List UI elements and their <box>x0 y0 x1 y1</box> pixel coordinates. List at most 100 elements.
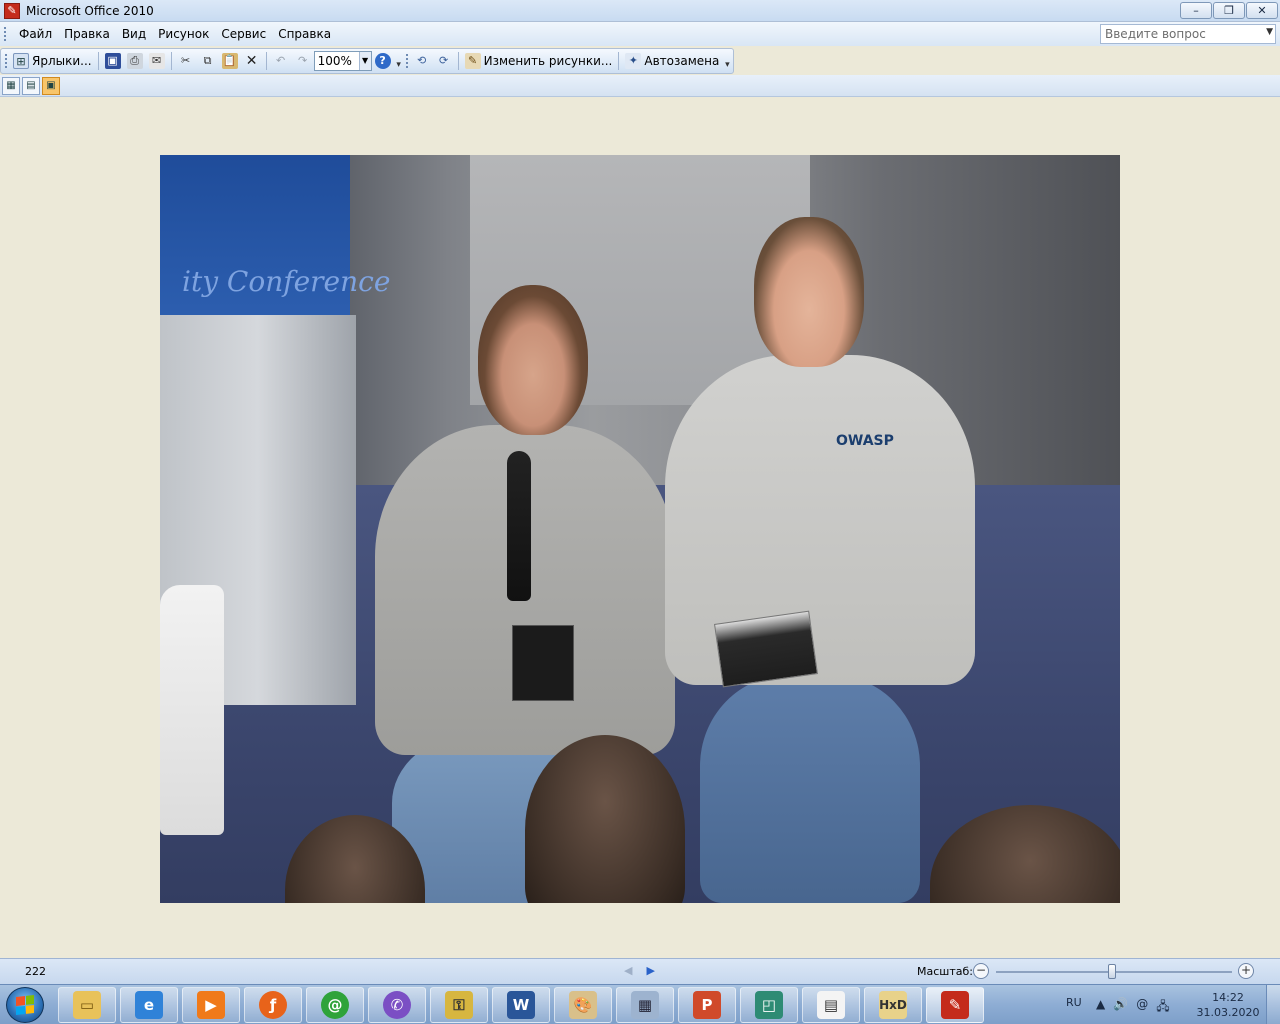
zoom-slider-thumb[interactable] <box>1107 964 1116 979</box>
photo-audience-head <box>285 815 425 903</box>
taskbar-word[interactable]: W <box>492 987 550 1023</box>
autocorrect-button[interactable]: ✦ Автозамена <box>622 50 722 72</box>
print-button[interactable]: ⎙ <box>124 50 146 72</box>
cut-button[interactable]: ✂ <box>175 50 197 72</box>
edit-pictures-button[interactable]: ✎ Изменить рисунки... <box>462 50 616 72</box>
clock-time: 14:22 <box>1212 991 1244 1004</box>
save-icon: ▣ <box>104 53 121 69</box>
zoom-select[interactable]: 100% ▼ <box>313 51 372 71</box>
next-picture-icon[interactable]: ▶ <box>646 964 654 977</box>
taskbar-hex-editor[interactable]: HxD <box>864 987 922 1023</box>
taskbar-paint[interactable]: 🎨 <box>554 987 612 1023</box>
folder-icon: ▭ <box>73 991 101 1019</box>
save-button[interactable]: ▣ <box>102 50 124 72</box>
view-mode-bar: ▦ ▤ ▣ <box>0 75 1280 97</box>
help-dropdown-icon[interactable]: ▼ <box>1266 27 1273 37</box>
taskbar-media-player[interactable]: ▶ <box>182 987 240 1023</box>
maximize-button[interactable]: ❐ <box>1213 2 1245 19</box>
undo-icon: ↶ <box>275 54 286 67</box>
mail-at-icon: @ <box>321 991 349 1019</box>
thumbnail-view-button[interactable]: ▦ <box>2 76 20 95</box>
previous-picture-icon[interactable]: ◀ <box>624 964 632 977</box>
photo-banner-text: ity Conference <box>182 265 391 298</box>
menu-picture[interactable]: Рисунок <box>152 25 215 43</box>
taskbar-calendar[interactable]: ▤ <box>802 987 860 1023</box>
system-clock[interactable]: 14:22 31.03.2020 <box>1196 990 1260 1020</box>
minimize-button[interactable]: – <box>1180 2 1212 19</box>
window-controls: – ❐ ✕ <box>1180 2 1278 19</box>
menu-view[interactable]: Вид <box>116 25 152 43</box>
rotate-left-icon: ⟲ <box>416 54 427 67</box>
picture-canvas[interactable]: ity Conference OWASP <box>0 98 1280 958</box>
toolbar-grip[interactable] <box>5 54 8 68</box>
zoom-out-icon[interactable]: − <box>973 963 989 979</box>
paint-palette-icon: 🎨 <box>569 991 597 1019</box>
shortcuts-button[interactable]: ⊞ Ярлыки... <box>10 50 95 72</box>
copy-button[interactable]: ⧉ <box>197 50 219 72</box>
show-desktop-button[interactable] <box>1266 985 1280 1024</box>
system-tray: ▲ 🔊 @ 🖧 <box>1096 997 1170 1018</box>
taskbar-mail-agent[interactable]: @ <box>306 987 364 1023</box>
taskbar-firefox[interactable]: ƒ <box>244 987 302 1023</box>
menu-tools[interactable]: Сервис <box>215 25 272 43</box>
filmstrip-view-button[interactable]: ▤ <box>22 76 40 95</box>
help-button[interactable]: ? <box>372 50 394 72</box>
language-indicator[interactable]: RU <box>1066 996 1082 1009</box>
taskbar-viber[interactable]: ✆ <box>368 987 426 1023</box>
delete-button[interactable]: ✕ <box>241 50 263 72</box>
print-icon: ⎙ <box>126 53 143 69</box>
zoom-in-icon[interactable]: + <box>1238 963 1254 979</box>
toolbar-separator <box>265 52 267 70</box>
clock-date: 31.03.2020 <box>1196 1006 1260 1019</box>
rotate-left-button[interactable]: ⟲ <box>411 50 433 72</box>
taskbar-internet-explorer[interactable]: e <box>120 987 178 1023</box>
start-button[interactable] <box>6 987 44 1023</box>
paste-icon: 📋 <box>221 53 238 69</box>
photo-woman-head <box>478 285 588 435</box>
menu-edit[interactable]: Правка <box>58 25 116 43</box>
photo-microphone <box>507 451 531 601</box>
copy-icon: ⧉ <box>203 54 212 67</box>
network-icon[interactable]: 🖧 <box>1156 997 1169 1018</box>
toolbar-overflow-icon[interactable]: ▾ <box>394 50 404 72</box>
photo-conference-banner <box>160 155 350 325</box>
redo-button[interactable]: ↷ <box>292 50 314 72</box>
taskbar-network-tool[interactable]: ⚿ <box>430 987 488 1023</box>
paste-button[interactable]: 📋 <box>219 50 241 72</box>
menu-grip[interactable] <box>4 27 7 41</box>
powerpoint-icon: P <box>693 991 721 1019</box>
menu-help[interactable]: Справка <box>272 25 337 43</box>
help-search-input[interactable]: Введите вопрос ▼ <box>1100 24 1276 44</box>
taskbar-picture-manager[interactable]: ✎ <box>926 987 984 1023</box>
rotate-right-button[interactable]: ⟳ <box>433 50 455 72</box>
edit-pictures-icon: ✎ <box>464 53 481 69</box>
taskbar-publisher[interactable]: ◰ <box>740 987 798 1023</box>
taskbar-explorer[interactable]: ▭ <box>58 987 116 1023</box>
volume-icon[interactable]: 🔊 <box>1113 997 1128 1018</box>
mail-agent-tray-icon[interactable]: @ <box>1136 997 1148 1018</box>
menu-bar: Файл Правка Вид Рисунок Сервис Справка В… <box>0 22 1280 46</box>
hxd-icon: HxD <box>879 991 907 1019</box>
single-picture-view-icon: ▣ <box>46 79 56 91</box>
undo-button[interactable]: ↶ <box>270 50 292 72</box>
picture-navigation: ◀ ▶ <box>624 964 655 977</box>
send-email-button[interactable]: ✉ <box>146 50 168 72</box>
zoom-dropdown-icon[interactable]: ▼ <box>358 52 371 70</box>
taskbar-powerpoint[interactable]: P <box>678 987 736 1023</box>
single-picture-view-button[interactable]: ▣ <box>42 76 60 95</box>
show-hidden-icons-icon[interactable]: ▲ <box>1096 997 1105 1018</box>
taskbar-calculator[interactable]: ▦ <box>616 987 674 1023</box>
toolbar-separator <box>97 52 99 70</box>
photo-audience-head <box>930 805 1120 903</box>
toolbar-grip[interactable] <box>405 54 409 68</box>
filmstrip-view-icon: ▤ <box>26 79 36 91</box>
toolbar-separator <box>457 52 459 70</box>
menu-file[interactable]: Файл <box>13 25 58 43</box>
photo-preview[interactable]: ity Conference OWASP <box>160 155 1120 903</box>
toolbar-separator <box>170 52 172 70</box>
viber-icon: ✆ <box>383 991 411 1019</box>
internet-explorer-icon: e <box>135 991 163 1019</box>
close-button[interactable]: ✕ <box>1246 2 1278 19</box>
toolbar-overflow-icon[interactable]: ▾ <box>722 50 732 72</box>
media-player-icon: ▶ <box>197 991 225 1019</box>
